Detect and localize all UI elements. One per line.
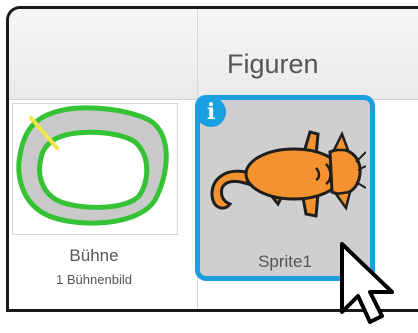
backdrop-count: 1 Bühnenbild (56, 272, 132, 287)
stage-backdrop-preview (16, 105, 169, 226)
stage-label: Bühne (69, 246, 119, 265)
cat-sprite-image (210, 130, 366, 218)
stage-thumbnail[interactable] (12, 103, 178, 235)
mouse-pointer-icon (336, 238, 416, 333)
sprites-heading: Figuren (227, 49, 319, 79)
info-icon[interactable]: i (196, 97, 226, 127)
